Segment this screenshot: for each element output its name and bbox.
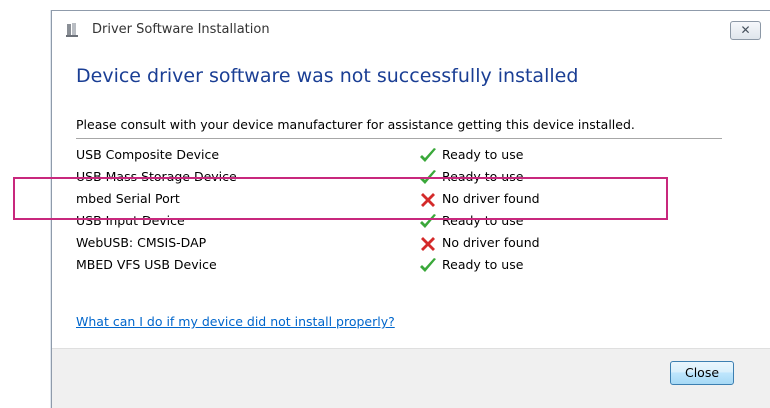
close-button[interactable]: Close bbox=[670, 361, 734, 385]
green-checkmark-icon bbox=[420, 258, 436, 272]
device-row: MBED VFS USB Device Ready to use bbox=[76, 256, 676, 278]
driver-install-dialog: Driver Software Installation ✕ Device dr… bbox=[51, 10, 770, 408]
device-name: MBED VFS USB Device bbox=[76, 257, 217, 272]
red-x-icon bbox=[421, 237, 435, 251]
driver-install-icon bbox=[66, 23, 78, 37]
device-row: WebUSB: CMSIS-DAP No driver found bbox=[76, 234, 676, 256]
device-name: mbed Serial Port bbox=[76, 191, 180, 206]
help-link[interactable]: What can I do if my device did not insta… bbox=[76, 314, 395, 329]
device-status: No driver found bbox=[442, 235, 540, 250]
device-name: USB Input Device bbox=[76, 213, 185, 228]
device-status: No driver found bbox=[442, 191, 540, 206]
device-status: Ready to use bbox=[442, 169, 524, 184]
device-row: USB Mass Storage Device Ready to use bbox=[76, 168, 676, 190]
device-name: USB Composite Device bbox=[76, 147, 220, 162]
green-checkmark-icon bbox=[420, 170, 436, 184]
green-checkmark-icon bbox=[420, 148, 436, 162]
device-row: mbed Serial Port No driver found bbox=[76, 190, 676, 212]
green-checkmark-icon bbox=[420, 214, 436, 228]
device-list: USB Composite Device Ready to use USB Ma… bbox=[76, 146, 676, 278]
device-name: WebUSB: CMSIS-DAP bbox=[76, 235, 207, 250]
device-name: USB Mass Storage Device bbox=[76, 169, 237, 184]
divider bbox=[76, 138, 722, 139]
device-status: Ready to use bbox=[442, 257, 524, 272]
title-bar: Driver Software Installation ✕ bbox=[52, 11, 770, 47]
dialog-footer bbox=[52, 348, 770, 408]
device-row: USB Composite Device Ready to use bbox=[76, 146, 676, 168]
main-heading: Device driver software was not successfu… bbox=[76, 65, 579, 87]
consult-message: Please consult with your device manufact… bbox=[76, 117, 635, 132]
window-close-button[interactable]: ✕ bbox=[730, 21, 761, 40]
device-status: Ready to use bbox=[442, 147, 524, 162]
device-row: USB Input Device Ready to use bbox=[76, 212, 676, 234]
red-x-icon bbox=[421, 193, 435, 207]
window-title: Driver Software Installation bbox=[92, 22, 270, 37]
device-status: Ready to use bbox=[442, 213, 524, 228]
close-icon: ✕ bbox=[740, 23, 751, 37]
